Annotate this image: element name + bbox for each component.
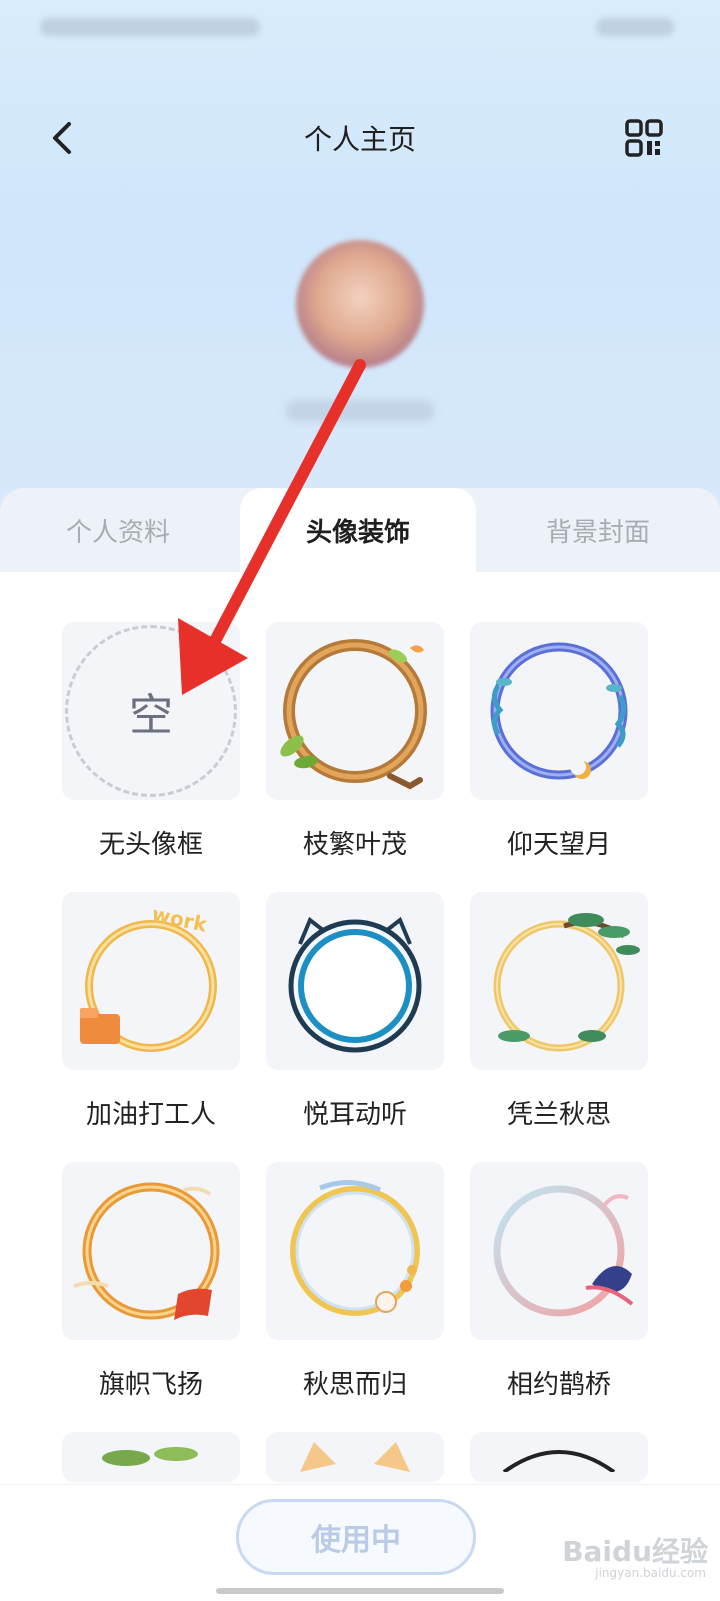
frame-item-none[interactable]: 空 无头像框 bbox=[62, 622, 240, 861]
pine-frame-icon bbox=[493, 913, 640, 1052]
empty-frame-circle: 空 bbox=[65, 625, 237, 797]
watermark-subtext: jingyan.baidu.com bbox=[595, 1566, 706, 1580]
home-indicator[interactable] bbox=[216, 1588, 504, 1594]
frame-label: 秋思而归 bbox=[302, 1370, 407, 1400]
frame-item-moon[interactable]: 仰天望月 bbox=[470, 622, 648, 861]
leaf-frame-icon bbox=[102, 1447, 198, 1466]
avatar[interactable] bbox=[296, 240, 424, 368]
frame-thumb bbox=[266, 1432, 444, 1482]
frame-item-branches[interactable]: 枝繁叶茂 bbox=[266, 622, 444, 861]
frame-item-partial-2[interactable] bbox=[266, 1432, 444, 1482]
frame-item-autumn[interactable]: 秋思而归 bbox=[266, 1162, 444, 1401]
frame-thumb bbox=[62, 1432, 240, 1482]
tab-background-cover-label: 背景封面 bbox=[545, 517, 650, 548]
status-bar-blurred-right bbox=[596, 18, 674, 36]
status-bar-blurred-left bbox=[40, 18, 260, 36]
dark-ring-frame-icon bbox=[502, 1450, 616, 1472]
frame-item-magpie[interactable]: 相约鹊桥 bbox=[470, 1162, 648, 1401]
frame-label: 凭兰秋思 bbox=[506, 1100, 611, 1130]
frame-thumb bbox=[470, 892, 648, 1070]
tab-profile-label: 个人资料 bbox=[65, 517, 170, 548]
frame-thumb: 空 bbox=[62, 622, 240, 800]
frame-thumb bbox=[266, 892, 444, 1070]
frame-thumb bbox=[266, 1162, 444, 1340]
tab-bar: 个人资料 头像装饰 背景封面 bbox=[0, 488, 720, 572]
frame-label: 相约鹊桥 bbox=[506, 1370, 611, 1400]
branch-frame-icon bbox=[280, 639, 427, 790]
frame-item-partial-3[interactable] bbox=[470, 1432, 648, 1482]
frame-item-headphone[interactable]: 悦耳动听 bbox=[266, 892, 444, 1131]
frame-label: 仰天望月 bbox=[506, 830, 611, 860]
frame-thumb bbox=[470, 1432, 648, 1482]
qr-code-button[interactable] bbox=[622, 116, 666, 160]
status-bar bbox=[0, 0, 720, 60]
frame-item-flag[interactable]: 旗帜飞扬 bbox=[62, 1162, 240, 1401]
profile-hero: 个人主页 bbox=[0, 0, 720, 560]
moon-frame-icon bbox=[490, 642, 628, 780]
worker-frame-icon: work bbox=[80, 902, 217, 1052]
tab-background-cover[interactable]: 背景封面 bbox=[480, 488, 716, 572]
frame-thumb: work bbox=[62, 892, 240, 1070]
watermark-text: Baidu经验 bbox=[562, 1535, 708, 1568]
frame-label: 加油打工人 bbox=[85, 1100, 216, 1130]
username-blurred bbox=[285, 400, 435, 422]
frame-item-partial-1[interactable] bbox=[62, 1432, 240, 1482]
frame-thumb bbox=[470, 622, 648, 800]
frame-label: 悦耳动听 bbox=[302, 1100, 407, 1130]
empty-frame-text: 空 bbox=[129, 690, 173, 741]
tab-profile[interactable]: 个人资料 bbox=[0, 488, 236, 572]
frame-label: 无头像框 bbox=[98, 830, 203, 860]
flag-frame-icon bbox=[73, 1182, 220, 1320]
in-use-button-label: 使用中 bbox=[311, 1523, 401, 1558]
frame-label: 枝繁叶茂 bbox=[302, 830, 407, 860]
cat-ear-frame-icon bbox=[288, 916, 422, 1053]
frame-thumb bbox=[266, 622, 444, 800]
qr-code-icon bbox=[625, 119, 663, 157]
frame-item-orchid[interactable]: 凭兰秋思 bbox=[470, 892, 648, 1131]
tab-avatar-decoration[interactable]: 头像装饰 bbox=[240, 488, 476, 572]
frame-thumb bbox=[470, 1162, 648, 1340]
tab-avatar-decoration-label: 头像装饰 bbox=[305, 517, 410, 548]
frame-thumb bbox=[62, 1162, 240, 1340]
page-title: 个人主页 bbox=[303, 123, 416, 156]
fox-ear-frame-icon bbox=[300, 1442, 410, 1472]
autumn-frame-icon bbox=[290, 1180, 420, 1316]
watermark: Baidu经验 jingyan.baidu.com bbox=[548, 1530, 718, 1590]
frame-grid: 空 无头像框 枝繁叶茂 仰天望月 work 加油打工人 悦耳动听 凭兰秋思 旗帜… bbox=[0, 572, 720, 1482]
frame-label: 旗帜飞扬 bbox=[98, 1370, 203, 1400]
magpie-frame-icon bbox=[493, 1185, 634, 1317]
frame-item-worker[interactable]: work 加油打工人 bbox=[62, 892, 240, 1131]
in-use-button[interactable]: 使用中 bbox=[236, 1499, 476, 1575]
